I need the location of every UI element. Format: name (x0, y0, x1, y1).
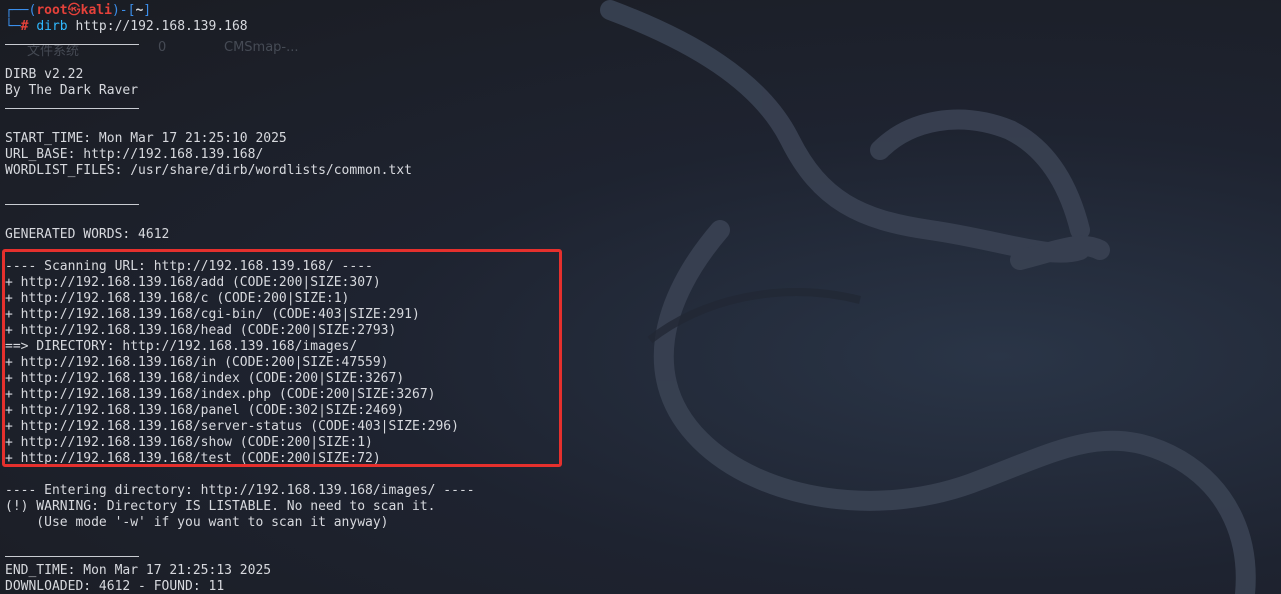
entering-directory: ---- Entering directory: http://192.168.… (5, 483, 475, 498)
blank-line (5, 35, 475, 51)
url-base: URL_BASE: http://192.168.139.168/ (5, 147, 264, 162)
start-time: START_TIME: Mon Mar 17 21:25:10 2025 (5, 131, 287, 146)
prompt-user: root (36, 3, 68, 18)
separator-line (5, 195, 139, 205)
separator-line (5, 99, 139, 109)
prompt-line-2: └─# dirb http://192.168.139.168 (5, 19, 475, 35)
downloaded-found: DOWNLOADED: 4612 - FOUND: 11 (5, 579, 225, 594)
scan-mode-hint: (Use mode '-w' if you want to scan it an… (5, 515, 389, 530)
prompt-frame-mid: )-[ (111, 3, 136, 18)
prompt-line-1: ┌──(root㉿kali)-[~] (5, 3, 475, 19)
results-highlight-box (2, 249, 562, 467)
listable-warning: (!) WARNING: Directory IS LISTABLE. No n… (5, 499, 436, 514)
prompt-frame-bottom: └─ (5, 19, 21, 34)
end-time: END_TIME: Mon Mar 17 21:25:13 2025 (5, 563, 272, 578)
wordlist-files: WORDLIST_FILES: /usr/share/dirb/wordlist… (5, 163, 412, 178)
prompt-host: kali (80, 3, 112, 18)
separator-row (5, 99, 475, 115)
generated-words: GENERATED WORDS: 4612 (5, 227, 170, 242)
separator-row (5, 547, 475, 563)
prompt-hash: # (20, 19, 29, 34)
command-name: dirb (36, 19, 68, 34)
skull-icon: ㉿ (67, 3, 81, 18)
separator-line (5, 547, 139, 557)
separator-line (5, 35, 139, 45)
command-argument: http://192.168.139.168 (67, 19, 248, 34)
dirb-author: By The Dark Raver (5, 83, 139, 98)
dirb-version: DIRB v2.22 (5, 67, 84, 82)
prompt-frame-end: ] (143, 3, 152, 18)
terminal-window[interactable]: 文件系统 0 CMSmap-... ┌──(root㉿kali)-[~] └─#… (0, 0, 1281, 594)
separator-row (5, 195, 475, 211)
prompt-frame: ┌──( (5, 3, 37, 18)
